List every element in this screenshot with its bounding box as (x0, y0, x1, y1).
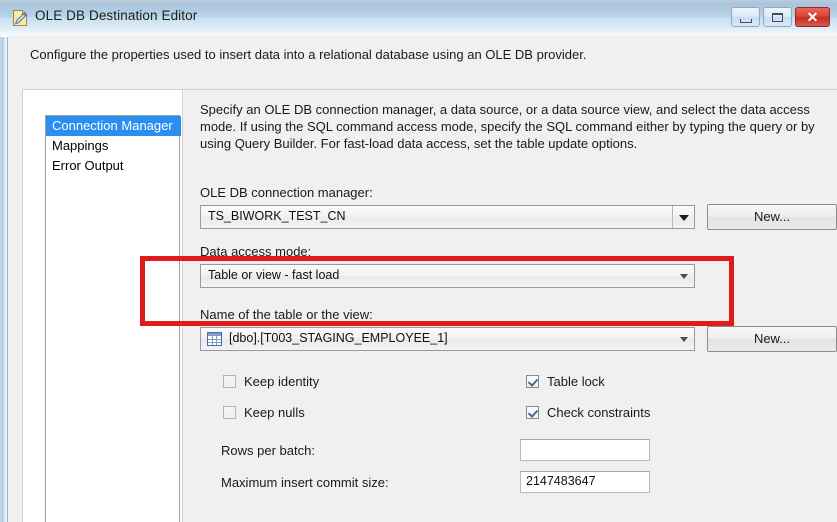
table-lock-label: Table lock (547, 374, 605, 389)
page-list[interactable]: Connection Manager Mappings Error Output (45, 115, 180, 522)
checkbox-box[interactable] (223, 375, 236, 388)
table-or-view-combo[interactable]: [dbo].[T003_STAGING_EMPLOYEE_1] (200, 327, 695, 351)
data-access-mode-label: Data access mode: (200, 244, 311, 259)
sidebar-item-label: Connection Manager (52, 118, 173, 133)
sidebar-item-error-output[interactable]: Error Output (46, 156, 179, 176)
table-or-view-label: Name of the table or the view: (200, 307, 373, 322)
close-icon: ✕ (796, 8, 829, 26)
new-connection-manager-button[interactable]: New... (707, 204, 837, 230)
connection-manager-combo[interactable]: TS_BIWORK_TEST_CN (200, 205, 695, 229)
editor-inner-panel: Connection Manager Mappings Error Output… (22, 89, 837, 522)
new-table-button[interactable]: New... (707, 326, 837, 352)
dialog-description: Configure the properties used to insert … (30, 47, 586, 62)
sidebar-item-label: Error Output (52, 158, 124, 173)
dialog-content: Configure the properties used to insert … (8, 36, 837, 522)
checkbox-box-checked[interactable] (526, 406, 539, 419)
table-or-view-value: [dbo].[T003_STAGING_EMPLOYEE_1] (229, 331, 448, 345)
editor-document-pencil-icon (11, 9, 29, 27)
ole-db-destination-editor-dialog: OLE DB Destination Editor ✕ Configure th… (0, 0, 837, 522)
rows-per-batch-label: Rows per batch: (221, 443, 315, 458)
maximize-button[interactable] (763, 7, 792, 27)
checkbox-box-checked[interactable] (526, 375, 539, 388)
connection-manager-pane: Specify an OLE DB connection manager, a … (182, 90, 837, 522)
max-insert-commit-size-label: Maximum insert commit size: (221, 475, 389, 490)
minimize-button[interactable] (731, 7, 760, 27)
connection-manager-label: OLE DB connection manager: (200, 185, 373, 200)
check-constraints-label: Check constraints (547, 405, 650, 420)
data-access-mode-value: Table or view - fast load (208, 268, 339, 282)
sidebar-item-mappings[interactable]: Mappings (46, 136, 179, 156)
close-button[interactable]: ✕ (795, 7, 830, 27)
max-insert-commit-size-value: 2147483647 (526, 474, 596, 488)
sidebar-item-connection-manager[interactable]: Connection Manager (46, 116, 181, 136)
checkbox-box[interactable] (223, 406, 236, 419)
maximize-icon (772, 13, 783, 22)
chevron-down-icon[interactable] (672, 206, 694, 228)
connection-manager-value: TS_BIWORK_TEST_CN (208, 209, 346, 223)
window-title: OLE DB Destination Editor (35, 8, 197, 23)
pane-instructions: Specify an OLE DB connection manager, a … (200, 101, 837, 152)
rows-per-batch-input[interactable] (520, 439, 650, 461)
keep-identity-label: Keep identity (244, 374, 319, 389)
keep-nulls-label: Keep nulls (244, 405, 305, 420)
title-bar: OLE DB Destination Editor ✕ (0, 0, 837, 37)
sidebar-item-label: Mappings (52, 138, 108, 153)
chevron-down-icon[interactable] (674, 265, 694, 287)
minimize-icon (740, 19, 752, 23)
data-access-mode-combo[interactable]: Table or view - fast load (200, 264, 695, 288)
table-grid-icon (207, 332, 222, 346)
max-insert-commit-size-input[interactable]: 2147483647 (520, 471, 650, 493)
chevron-down-icon[interactable] (674, 328, 694, 350)
